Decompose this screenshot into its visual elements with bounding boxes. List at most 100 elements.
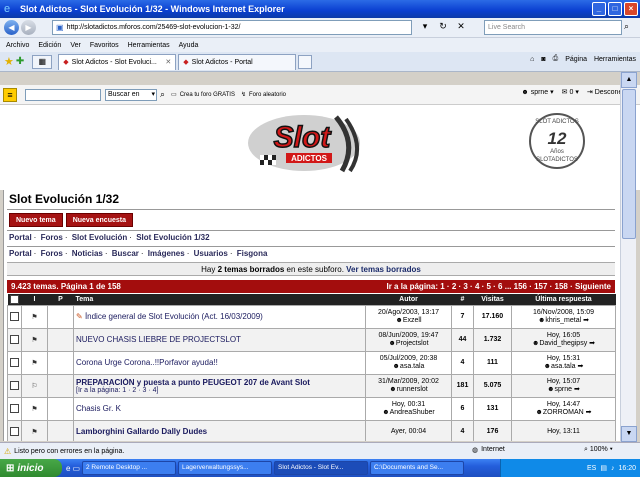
breadcrumb-foros[interactable]: Foros — [41, 233, 63, 242]
breadcrumb-current[interactable]: Slot Evolución 1/32 — [136, 233, 209, 242]
breadcrumb-portal[interactable]: Portal — [9, 233, 32, 242]
col-author[interactable]: Autor — [365, 294, 452, 305]
menu-edicion[interactable]: Edición — [38, 42, 61, 49]
topic-link[interactable]: PREPARACIÓN y puesta a punto PEUGEOT 207… — [76, 378, 363, 387]
new-tab-button[interactable] — [298, 54, 313, 69]
last-user-link[interactable]: khris_metal — [545, 317, 581, 324]
row-checkbox[interactable] — [10, 312, 19, 321]
topic-link[interactable]: Lamborghini Gallardo Dally Dudes — [76, 427, 363, 436]
author-link[interactable]: AndreaShuber — [390, 409, 435, 416]
maximize-button[interactable]: □ — [608, 2, 622, 16]
scroll-down-icon[interactable]: ▼ — [621, 426, 637, 442]
search-icon[interactable]: ⌕ — [624, 21, 629, 32]
row-checkbox[interactable] — [10, 381, 19, 390]
row-checkbox[interactable] — [10, 335, 19, 344]
forward-icon[interactable]: ▶ — [21, 20, 36, 35]
nav-noticias[interactable]: Noticias — [72, 249, 103, 258]
random-forum-link[interactable]: ↯ Foro aleatorio — [241, 91, 286, 99]
topic-link[interactable]: Chasis Gr. K — [76, 404, 363, 413]
address-bar[interactable]: ▣ http://slotadictos.mforos.com/25469-sl… — [52, 20, 412, 35]
last-user-link[interactable]: ZORROMAN — [543, 409, 584, 416]
new-poll-button[interactable]: Nueva encuesta — [65, 213, 133, 227]
topic-link[interactable]: NUEVO CHASIS LIEBRE DE PROJECTSLOT — [76, 335, 363, 344]
menu-ver[interactable]: Ver — [70, 42, 81, 49]
print-icon[interactable]: ⎙ — [553, 55, 559, 63]
last-user-link[interactable]: sprne — [555, 386, 573, 393]
nav-usuarios[interactable]: Usuarios — [194, 249, 228, 258]
nav-fisgona[interactable]: Fisgona — [237, 249, 268, 258]
go-to-post-icon[interactable]: ➡ — [586, 409, 592, 416]
nav-imagenes[interactable]: Imágenes — [148, 249, 185, 258]
quick-tabs-icon[interactable]: ▦ — [32, 54, 53, 69]
minimize-button[interactable]: _ — [592, 2, 606, 16]
row-checkbox[interactable] — [10, 427, 19, 436]
warning-icon[interactable]: ⚠ — [4, 447, 11, 456]
col-last-reply[interactable]: Última respuesta — [511, 294, 616, 305]
refresh-icon[interactable]: ↻ — [436, 21, 450, 32]
nav-portal[interactable]: Portal — [9, 249, 32, 258]
go-to-post-icon[interactable]: ➡ — [589, 340, 595, 347]
nav-buscar[interactable]: Buscar — [112, 249, 139, 258]
row-checkbox[interactable] — [10, 404, 19, 413]
author-link[interactable]: runnerslot — [397, 386, 428, 393]
ie-quicklaunch-icon[interactable]: e — [66, 464, 70, 473]
task-documents[interactable]: C:\Documents and Se... — [370, 461, 465, 475]
favorites-star-icon[interactable]: ★ — [4, 55, 14, 68]
author-link[interactable]: asa.tala — [400, 363, 425, 370]
col-topic[interactable]: Tema — [73, 294, 366, 305]
language-indicator[interactable]: ES — [587, 465, 596, 472]
topic-pages[interactable]: [Ir a la página: 1 · 2 · 3 · 4] — [76, 387, 363, 394]
tools-menu[interactable]: Herramientas — [594, 56, 636, 63]
tab-portal[interactable]: ◆ Slot Adictos - Portal — [178, 53, 297, 70]
nav-foros[interactable]: Foros — [41, 249, 63, 258]
close-button[interactable]: × — [624, 2, 638, 16]
menu-herramientas[interactable]: Herramientas — [128, 42, 170, 49]
create-forum-link[interactable]: ▭ Crea tu foro GRATIS — [171, 91, 235, 99]
go-to-post-icon[interactable]: ➡ — [574, 386, 580, 393]
author-link[interactable]: Projectslot — [396, 340, 429, 347]
search-scope-select[interactable]: Buscar en — [105, 88, 157, 101]
stop-icon[interactable]: ✕ — [454, 21, 468, 32]
row-checkbox[interactable] — [10, 358, 19, 367]
home-icon[interactable]: ⌂ — [530, 56, 534, 63]
author-link[interactable]: Exzell — [403, 317, 422, 324]
vertical-scrollbar[interactable]: ▲ ▼ — [620, 72, 637, 442]
breadcrumb-slot-evolucion[interactable]: Slot Evolución — [72, 233, 128, 242]
menu-archivo[interactable]: Archivo — [6, 42, 29, 49]
scroll-thumb[interactable] — [622, 89, 636, 239]
select-all-checkbox[interactable] — [7, 294, 22, 305]
desktop-quicklaunch-icon[interactable]: ▭ — [72, 464, 80, 473]
feeds-icon[interactable]: ◙ — [541, 56, 545, 63]
task-remote-desktop[interactable]: 2 Remote Desktop ... — [82, 461, 177, 475]
messages-link[interactable]: ✉ 0 ▾ — [562, 88, 579, 96]
go-to-post-icon[interactable]: ➡ — [583, 317, 589, 324]
topic-link[interactable]: Corona Urge Corona..!!Porfavor ayuda!! — [76, 358, 363, 367]
start-button[interactable]: ⊞ inicio — [0, 459, 62, 477]
last-user-link[interactable]: David_thegipsy — [539, 340, 587, 347]
col-views[interactable]: Visitas — [473, 294, 512, 305]
menu-ayuda[interactable]: Ayuda — [179, 42, 199, 49]
search-icon[interactable]: ⌕ — [160, 89, 165, 100]
add-favorite-icon[interactable]: ✚ — [16, 56, 24, 67]
last-user-link[interactable]: asa.tala — [551, 363, 576, 370]
search-input[interactable]: Live Search — [484, 20, 622, 35]
dropdown-icon[interactable]: ▾ — [418, 21, 432, 32]
view-deleted-link[interactable]: Ver temas borrados — [346, 265, 421, 274]
task-lagerverwaltung[interactable]: Lagerverwaltungssys... — [178, 461, 273, 475]
go-to-post-icon[interactable]: ➡ — [577, 363, 583, 370]
topic-link[interactable]: ✎ Índice general de Slot Evolución (Act.… — [76, 312, 363, 321]
network-icon[interactable]: ▤ — [600, 464, 607, 472]
forum-search-input[interactable] — [25, 88, 101, 101]
volume-icon[interactable]: ♪ — [611, 465, 615, 472]
tab-slot-evolucion[interactable]: ◆ Slot Adictos - Slot Evoluci... ✕ — [58, 53, 177, 70]
zoom-level[interactable]: ⌕ 100% ▾ — [584, 446, 613, 454]
page-links[interactable]: Ir a la página: 1 · 2 · 3 · 4 · 5 · 6 ..… — [386, 280, 611, 293]
menu-favoritos[interactable]: Favoritos — [90, 42, 119, 49]
close-tab-icon[interactable]: ✕ — [165, 58, 171, 66]
page-menu[interactable]: Página — [565, 56, 587, 63]
task-slot-adictos[interactable]: Slot Adictos - Slot Ev... — [274, 461, 369, 475]
scroll-up-icon[interactable]: ▲ — [621, 72, 637, 88]
slot-adictos-logo[interactable]: Slot ADICTOS — [246, 111, 374, 175]
col-replies[interactable]: # — [451, 294, 474, 305]
mforos-logo-icon[interactable]: ≡ — [3, 87, 17, 102]
